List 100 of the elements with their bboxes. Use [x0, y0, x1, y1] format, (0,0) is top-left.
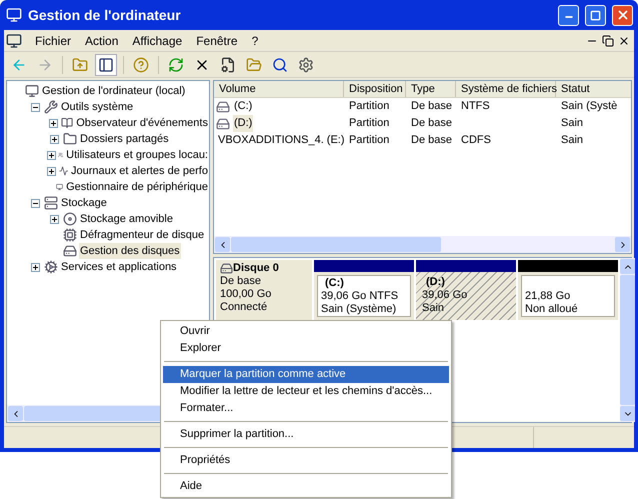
disk-detail: 100,00 Go — [220, 288, 272, 301]
menu-item[interactable]: Fenêtre — [189, 32, 245, 50]
expand-icon[interactable] — [47, 166, 56, 176]
partition-detail: 39,06 Go — [422, 289, 468, 302]
expand-icon[interactable] — [50, 134, 58, 144]
gear-icon — [44, 260, 58, 274]
table-cell-text: Partition — [348, 133, 390, 148]
restore-icon[interactable] — [602, 34, 614, 46]
partition-label: (D:) — [425, 275, 446, 289]
properties-icon[interactable] — [220, 56, 236, 72]
menu-item[interactable]: Modifier la lettre de lecteur et les chemins d'accès... — [163, 383, 449, 400]
tree-item[interactable]: Gestion de l'ordinateur (local) — [41, 82, 186, 100]
close-button[interactable] — [612, 4, 633, 26]
column-header[interactable]: Volume — [214, 81, 344, 97]
book-icon — [61, 116, 74, 130]
table-cell-text: VBOXADDITIONS_4. (E:) — [217, 133, 346, 148]
partition-detail: Non alloué — [525, 303, 579, 316]
table-cell-text: De base — [410, 133, 453, 148]
partition-detail: 21,88 Go — [525, 290, 572, 303]
partition-detail: Sain — [422, 302, 446, 315]
disk-detail: Connecté — [220, 301, 268, 314]
window-title: Gestion de l'ordinateur — [28, 6, 182, 24]
computer-icon — [6, 7, 22, 23]
tree-item[interactable]: Stockage amovible — [79, 210, 174, 228]
folder-open-icon[interactable] — [246, 56, 262, 72]
column-header[interactable]: Système de fichiers — [456, 81, 556, 97]
table-row[interactable]: VBOXADDITIONS_4. (E:) Partition De base CDFS Sain — [214, 132, 631, 149]
disk-name: Disque 0 — [233, 262, 279, 275]
tree-item[interactable]: Dossiers partagés — [79, 130, 170, 148]
search-icon[interactable] — [272, 56, 288, 72]
table-cell-text: NTFS — [460, 99, 491, 114]
computer-icon — [25, 84, 39, 98]
tree-item[interactable]: Gestion des disques — [79, 242, 181, 260]
table-row[interactable]: (C:) Partition De base NTFS Sain (Systè — [214, 98, 631, 115]
folder-icon — [63, 132, 77, 146]
menu-item[interactable]: Ouvrir — [163, 323, 449, 340]
table-cell-text: Sain (Systè — [560, 99, 618, 114]
table-row[interactable]: (D:) Partition De base Sain — [214, 115, 631, 132]
table-cell-text: Partition — [348, 99, 390, 114]
chip-icon — [63, 228, 77, 242]
menu-item[interactable]: Affichage — [125, 32, 190, 50]
disc-icon — [63, 212, 77, 226]
vertical-scrollbar[interactable] — [620, 258, 635, 422]
tree-item[interactable]: Outils système — [60, 98, 134, 116]
help-icon[interactable] — [133, 56, 149, 72]
tree-item[interactable]: Services et applications — [60, 258, 178, 276]
table-cell-text: Partition — [348, 116, 390, 132]
menu-item[interactable]: Formater... — [163, 400, 449, 417]
expand-icon[interactable] — [47, 150, 56, 160]
column-header[interactable]: Type — [406, 81, 456, 97]
collapse-icon[interactable] — [30, 198, 40, 208]
menu-item[interactable]: ? — [244, 32, 266, 50]
horizontal-scrollbar[interactable] — [214, 236, 631, 253]
disk-detail: De base — [220, 275, 262, 288]
partition-label: (C:) — [324, 276, 345, 290]
settings-icon[interactable] — [298, 56, 314, 72]
drive-icon — [216, 100, 230, 114]
expand-icon[interactable] — [30, 262, 40, 272]
maximize-button[interactable] — [585, 4, 606, 26]
partition-detail: Sain (Système) — [321, 303, 398, 316]
column-header[interactable]: Disposition — [344, 81, 406, 97]
expand-icon[interactable] — [50, 214, 58, 224]
table-cell-text: Sain — [560, 116, 584, 132]
close-icon — [616, 8, 630, 22]
folder-up-icon[interactable] — [72, 56, 88, 72]
tree-item[interactable]: Gestionnaire de périphérique — [65, 178, 209, 196]
minimize-button[interactable] — [558, 4, 579, 26]
table-cell-text: (C:) — [233, 99, 254, 114]
menu-item[interactable]: Fichier — [28, 32, 78, 50]
menu-item[interactable]: Explorer — [163, 340, 449, 357]
tree-item[interactable]: Journaux et alertes de perfo — [70, 162, 209, 180]
maximize-icon — [590, 10, 601, 20]
wrench-icon — [44, 100, 58, 114]
menu-item[interactable]: Aide — [163, 478, 449, 495]
partition-block[interactable]: (D:) 39,06 Go Sain — [416, 260, 516, 320]
tree-item[interactable]: Stockage — [60, 194, 108, 212]
chart-icon — [58, 164, 68, 178]
drive-icon — [216, 116, 230, 130]
tree-item[interactable]: Utilisateurs et groupes locau: — [65, 146, 209, 164]
refresh-icon[interactable] — [168, 56, 184, 72]
menu-item[interactable]: Action — [78, 32, 126, 50]
collapse-icon[interactable] — [30, 102, 40, 112]
menu-item[interactable]: Propriétés — [163, 452, 449, 469]
hard-drive-icon — [63, 244, 77, 258]
expand-icon[interactable] — [48, 118, 58, 128]
table-cell-text: De base — [410, 99, 453, 114]
column-header[interactable]: Statut — [556, 81, 631, 97]
tree-item[interactable]: Observateur d'événements — [75, 114, 209, 132]
table-cell-text: De base — [410, 116, 453, 132]
panel-icon[interactable] — [98, 56, 114, 72]
menu-item[interactable]: Marquer la partition comme active — [163, 366, 449, 383]
table-cell: (D:) — [233, 115, 254, 132]
tree-item[interactable]: Défragmenteur de disque — [79, 226, 206, 244]
computer-icon — [6, 32, 22, 48]
close-icon[interactable] — [618, 34, 630, 46]
partition-block[interactable]: (C:) 39,06 Go NTFS Sain (Système) — [314, 260, 414, 320]
table-cell-text: Sain — [560, 133, 584, 148]
partition-detail: 39,06 Go NTFS — [321, 290, 400, 303]
menu-item[interactable]: Supprimer la partition... — [163, 426, 449, 443]
partition-block[interactable]: 21,88 Go Non alloué — [518, 260, 618, 320]
